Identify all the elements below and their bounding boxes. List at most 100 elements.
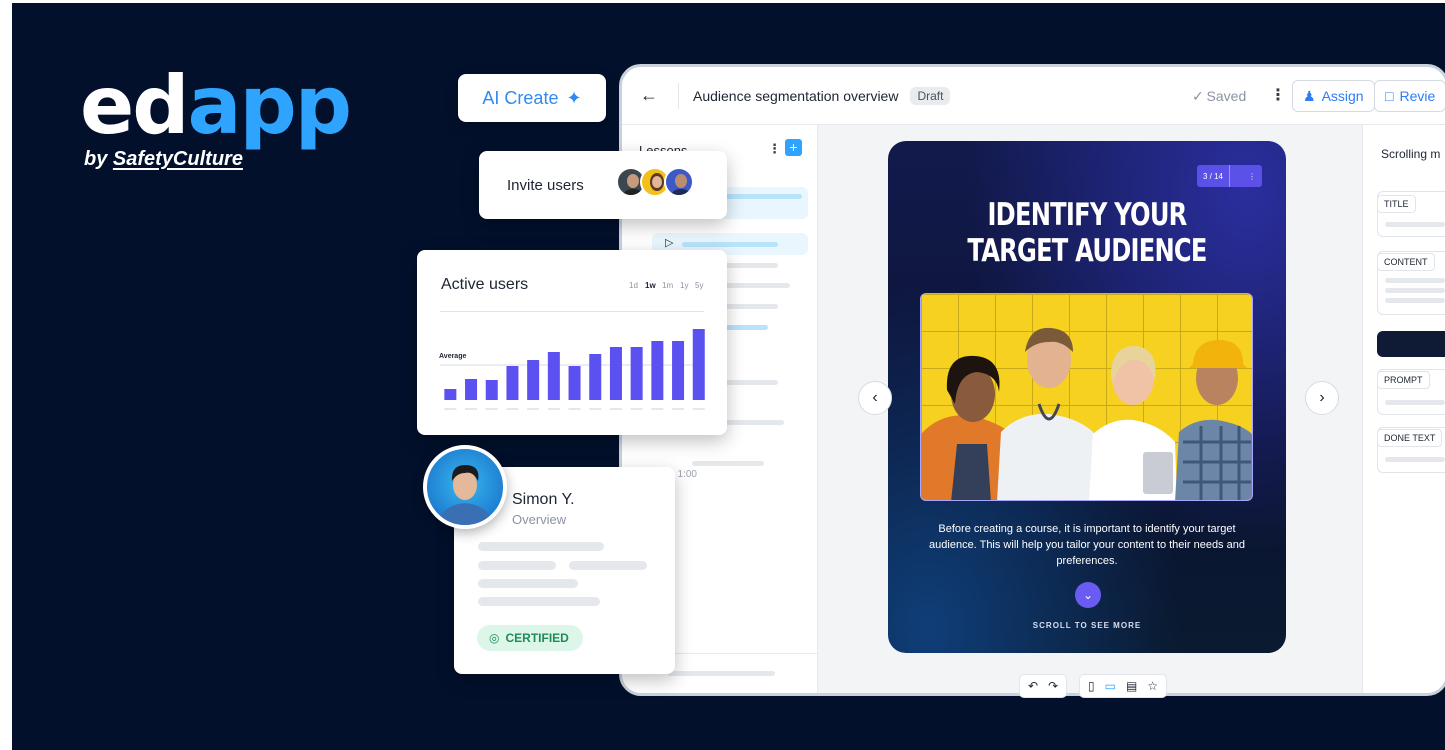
x-tick-placeholder — [589, 408, 602, 410]
previous-slide-button[interactable]: ‹ — [858, 381, 892, 415]
profile-name: Simon Y. — [512, 491, 575, 508]
chart-bar — [630, 347, 643, 400]
ai-create-button[interactable]: AI Create ✦ — [458, 74, 606, 122]
profile-placeholder — [478, 542, 604, 551]
chart-bar — [651, 341, 664, 400]
assign-label: Assign — [1321, 88, 1364, 104]
panel-title: Scrolling m — [1381, 147, 1441, 161]
properties-panel: Scrolling m TITLE CONTENT + PROMPT DONE … — [1362, 125, 1445, 693]
x-tick-placeholder — [506, 408, 519, 410]
chart-bar — [485, 380, 498, 400]
lesson-placeholder — [718, 304, 778, 309]
slide-body-text: Before creating a course, it is importan… — [929, 523, 1245, 567]
slide-more-icon[interactable]: ⋮ — [1242, 172, 1262, 181]
arrow-left-icon[interactable]: ← — [640, 85, 670, 106]
x-tick-placeholder — [547, 408, 560, 410]
profile-placeholder — [478, 561, 556, 570]
scroll-hint: SCROLL TO SEE MORE — [1032, 621, 1142, 630]
redo-icon[interactable]: ↷ — [1048, 679, 1058, 693]
field-placeholder — [1385, 278, 1445, 283]
lesson-placeholder — [718, 194, 802, 199]
review-label: Revie — [1399, 88, 1436, 104]
phone-icon[interactable]: ▯ — [1088, 679, 1095, 693]
slide-heading-line2: TARGET AUDIENCE — [967, 233, 1207, 269]
chart-bar — [527, 360, 540, 400]
review-button[interactable]: □ Revie — [1374, 80, 1445, 112]
x-tick-placeholder — [444, 408, 457, 410]
ai-create-label: AI Create — [482, 87, 559, 108]
slide-preview: 3 / 14 ⋮ IDENTIFY YOUR TARGET AUDIENCE B… — [888, 141, 1286, 653]
saved-label: Saved — [1206, 88, 1247, 104]
invite-users-card[interactable]: Invite users — [479, 151, 727, 219]
slide-heading: IDENTIFY YOUR TARGET AUDIENCE — [932, 197, 1242, 269]
sparkles-icon: ✦ — [566, 87, 582, 108]
invite-users-label: Invite users — [507, 177, 584, 194]
x-tick-placeholder — [651, 408, 664, 410]
certified-badge: ◎ CERTIFIED — [477, 625, 583, 651]
lesson-placeholder — [718, 283, 790, 288]
chart-bar — [547, 352, 560, 400]
header-divider — [678, 82, 679, 109]
field-placeholder — [1385, 288, 1445, 293]
logo-company: SafetyCulture — [112, 148, 243, 170]
lesson-placeholder — [718, 263, 778, 268]
people-illustration — [921, 327, 1252, 500]
history-toolbar: ↶ ↷ — [1019, 674, 1068, 698]
profile-placeholder — [478, 579, 578, 588]
add-field-button[interactable]: + — [1377, 331, 1445, 357]
next-slide-button[interactable]: › — [1305, 381, 1339, 415]
draft-badge: Draft — [910, 86, 951, 105]
lesson-placeholder — [718, 380, 778, 385]
x-tick-placeholder — [609, 408, 622, 410]
pager-separator — [1229, 165, 1242, 187]
check-circle-icon: ✓ — [1192, 88, 1207, 104]
chevron-down-icon[interactable]: ⌄ — [1075, 582, 1101, 608]
editor-header: ← Audience segmentation overview Draft ✓… — [622, 67, 1445, 125]
x-tick-placeholder — [527, 408, 540, 410]
lesson-placeholder — [692, 461, 764, 466]
profile-placeholder — [569, 561, 647, 570]
slide-counter: 3 / 14 ⋮ — [1196, 165, 1262, 187]
tablet-icon[interactable]: ▭ — [1105, 679, 1116, 693]
chart-bar — [568, 366, 581, 400]
play-icon: ▷ — [665, 237, 674, 249]
desktop-icon[interactable]: ▤ — [1126, 679, 1137, 693]
slide-heading-line1: IDENTIFY YOUR — [987, 197, 1187, 233]
field-placeholder — [1385, 457, 1445, 462]
assign-button[interactable]: ♟ Assign — [1292, 80, 1375, 112]
slide-counter-text: 3 / 14 — [1202, 171, 1223, 181]
lesson-placeholder — [682, 242, 778, 247]
profile-subtitle: Overview — [512, 512, 567, 527]
x-tick-placeholder — [692, 408, 705, 410]
duration-value: 1:00 — [677, 469, 697, 480]
award-icon: ◎ — [489, 631, 500, 645]
chevron-right-icon: › — [1319, 389, 1325, 406]
chart-bar — [444, 389, 457, 400]
avatar — [423, 445, 507, 529]
person-illustration — [437, 465, 493, 525]
chart-bar — [506, 366, 519, 400]
users-icon: ♟ — [1303, 87, 1316, 104]
device-toolbar: ▯ ▭ ▤ ☆ — [1079, 674, 1168, 698]
active-users-card: Active users 1d 1w 1m 1y 5y Average — [417, 250, 727, 435]
chart-bar — [609, 347, 622, 400]
add-lesson-button[interactable]: + — [785, 139, 802, 156]
logo-text-white: ed — [80, 59, 190, 152]
profile-placeholder — [478, 597, 600, 606]
lesson-placeholder — [667, 671, 775, 676]
content-field-label: CONTENT — [1377, 253, 1435, 271]
lessons-more-icon[interactable]: ⋮ — [768, 141, 781, 157]
undo-icon[interactable]: ↶ — [1028, 679, 1038, 693]
logo-text-blue: app — [187, 59, 353, 152]
document-title: Audience segmentation overview — [693, 87, 899, 104]
active-users-chart — [440, 329, 705, 410]
chevron-left-icon: ‹ — [872, 389, 878, 406]
star-icon[interactable]: ☆ — [1147, 679, 1158, 693]
x-tick-placeholder — [465, 408, 478, 410]
chart-bar — [692, 329, 705, 400]
more-menu-icon[interactable]: ⋮ — [1270, 85, 1286, 105]
edapp-logo: edapp by SafetyCulture — [80, 66, 352, 171]
x-tick-placeholder — [485, 408, 498, 410]
certified-label: CERTIFIED — [505, 631, 569, 645]
chart-bar — [672, 341, 685, 400]
